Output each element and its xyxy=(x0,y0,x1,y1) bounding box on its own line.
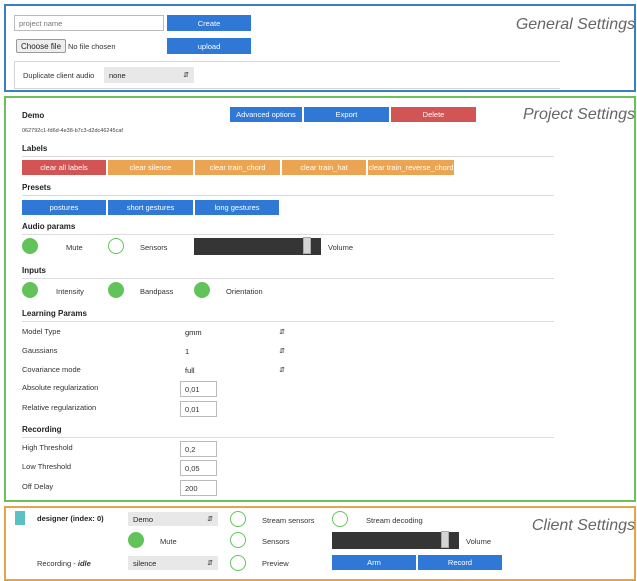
preset-long-gestures-button[interactable]: long gestures xyxy=(195,200,279,215)
designer-label: designer (index: 0) xyxy=(37,514,104,523)
inputs-heading: Inputs xyxy=(22,266,46,275)
client-sensors-toggle[interactable] xyxy=(230,532,246,548)
general-settings-title: General Settings xyxy=(515,16,635,33)
divider xyxy=(22,278,554,279)
gaussians-label: Gaussians xyxy=(22,346,58,355)
select-arrows-icon: ⇵ xyxy=(183,72,189,79)
stream-sensors-toggle[interactable] xyxy=(230,511,246,527)
covariance-mode-label: Covariance mode xyxy=(22,365,81,374)
project-name: Demo xyxy=(22,111,45,120)
model-type-select[interactable]: gmm ⇵ xyxy=(180,325,290,339)
project-id: 062792c1-fd6d-4e38-b7c3-d2dc46245caf xyxy=(22,128,123,134)
mute-toggle[interactable] xyxy=(22,238,38,254)
divider xyxy=(22,195,554,196)
delete-button[interactable]: Delete xyxy=(391,107,476,122)
audio-params-heading: Audio params xyxy=(22,222,76,231)
client-label-select[interactable]: silence ⇵ xyxy=(128,556,218,570)
relative-regularization-label: Relative regularization xyxy=(22,403,97,412)
sensors-toggle[interactable] xyxy=(108,238,124,254)
select-arrows-icon: ⇵ xyxy=(279,348,285,355)
bandpass-label: Bandpass xyxy=(140,287,174,296)
bandpass-toggle[interactable] xyxy=(108,282,124,298)
client-color-swatch xyxy=(15,511,25,525)
covariance-mode-select[interactable]: full ⇵ xyxy=(180,363,290,377)
covariance-mode-value: full xyxy=(185,365,195,375)
select-arrows-icon: ⇵ xyxy=(279,329,285,336)
recording-heading: Recording xyxy=(22,425,62,434)
preview-label: Preview xyxy=(262,559,289,568)
volume-slider-knob[interactable] xyxy=(303,237,311,254)
orientation-toggle[interactable] xyxy=(194,282,210,298)
absolute-regularization-label: Absolute regularization xyxy=(22,383,99,392)
clear-all-labels-button[interactable]: clear all labels xyxy=(22,160,106,175)
recording-status-label: Recording - xyxy=(37,559,78,568)
arm-button[interactable]: Arm xyxy=(332,555,416,570)
client-project-value: Demo xyxy=(133,514,154,524)
client-settings-title: Client Settings xyxy=(531,517,635,534)
select-arrows-icon: ⇵ xyxy=(279,367,285,374)
select-arrows-icon: ⇵ xyxy=(207,516,213,523)
client-volume-slider[interactable] xyxy=(332,531,459,549)
clear-train-hat-button[interactable]: clear train_hat xyxy=(282,160,366,175)
create-button[interactable]: Create xyxy=(167,15,251,31)
gaussians-select[interactable]: 1 ⇵ xyxy=(180,344,290,358)
clear-train-reverse-chord-button[interactable]: clear train_reverse_chord xyxy=(368,160,454,175)
labels-heading: Labels xyxy=(22,144,48,153)
duplicate-client-audio-label: Duplicate client audio xyxy=(23,71,95,80)
absolute-regularization-input[interactable]: 0,01 xyxy=(180,381,217,397)
client-sensors-label: Sensors xyxy=(262,537,290,546)
gaussians-value: 1 xyxy=(185,346,190,356)
duplicate-client-audio-value: none xyxy=(109,70,126,80)
select-arrows-icon: ⇵ xyxy=(207,560,213,567)
stream-sensors-label: Stream sensors xyxy=(262,516,315,525)
duplicate-client-audio-select[interactable]: none ⇵ xyxy=(104,67,194,83)
client-project-select[interactable]: Demo ⇵ xyxy=(128,512,218,526)
divider xyxy=(22,321,554,322)
divider xyxy=(22,156,554,157)
project-name-input[interactable] xyxy=(14,15,164,31)
preset-postures-button[interactable]: postures xyxy=(22,200,106,215)
relative-regularization-input[interactable]: 0,01 xyxy=(180,401,217,417)
intensity-toggle[interactable] xyxy=(22,282,38,298)
presets-heading: Presets xyxy=(22,183,51,192)
client-volume-label: Volume xyxy=(466,537,492,546)
client-mute-label: Mute xyxy=(160,537,177,546)
volume-slider[interactable] xyxy=(194,237,321,255)
intensity-label: Intensity xyxy=(56,287,84,296)
divider xyxy=(22,437,554,438)
stream-decoding-label: Stream decoding xyxy=(366,516,423,525)
learning-params-heading: Learning Params xyxy=(22,309,87,318)
record-button[interactable]: Record xyxy=(418,555,502,570)
model-type-label: Model Type xyxy=(22,327,61,336)
sensors-label: Sensors xyxy=(140,243,168,252)
off-delay-input[interactable]: 200 xyxy=(180,480,217,496)
low-threshold-input[interactable]: 0,05 xyxy=(180,460,217,476)
preview-toggle[interactable] xyxy=(230,555,246,571)
client-mute-toggle[interactable] xyxy=(128,532,144,548)
divider xyxy=(22,234,554,235)
stream-decoding-toggle[interactable] xyxy=(332,511,348,527)
choose-file-button[interactable]: Choose file xyxy=(16,39,67,53)
advanced-options-button[interactable]: Advanced options xyxy=(230,107,302,122)
high-threshold-label: High Threshold xyxy=(22,443,73,452)
export-button[interactable]: Export xyxy=(304,107,389,122)
preset-short-gestures-button[interactable]: short gestures xyxy=(108,200,193,215)
client-volume-slider-knob[interactable] xyxy=(441,531,449,548)
client-label-value: silence xyxy=(133,558,157,568)
mute-label: Mute xyxy=(66,243,83,252)
volume-label: Volume xyxy=(328,243,354,252)
model-type-value: gmm xyxy=(185,327,202,337)
clear-silence-button[interactable]: clear silence xyxy=(108,160,193,175)
off-delay-label: Off Delay xyxy=(22,482,54,491)
low-threshold-label: Low Threshold xyxy=(22,462,72,471)
orientation-label: Orientation xyxy=(226,287,263,296)
high-threshold-input[interactable]: 0,2 xyxy=(180,441,217,457)
project-settings-title: Project Settings xyxy=(522,106,635,123)
upload-button[interactable]: upload xyxy=(167,38,251,54)
recording-state: idle xyxy=(77,559,91,568)
clear-train-chord-button[interactable]: clear train_chord xyxy=(195,160,280,175)
recording-status: Recording - idle xyxy=(37,559,91,568)
duplicate-client-audio-row xyxy=(14,61,560,89)
no-file-chosen-text: No file chosen xyxy=(68,42,116,51)
